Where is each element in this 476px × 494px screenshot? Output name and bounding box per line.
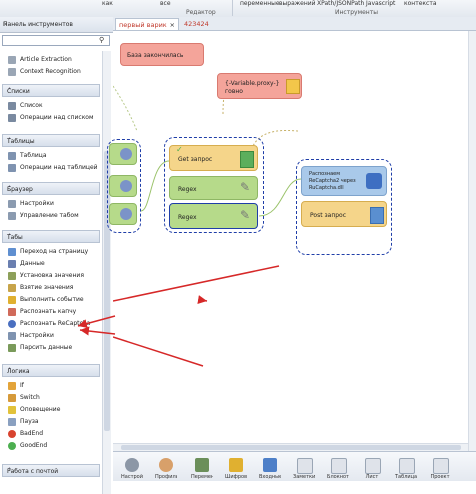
list-icon <box>399 458 415 474</box>
toolbox-item-badend[interactable]: BadEnd <box>8 428 100 440</box>
ribbon-item[interactable]: Javascript <box>366 0 395 7</box>
tab-icon <box>8 212 16 220</box>
list-icon <box>331 458 347 474</box>
document-icon <box>8 56 16 64</box>
list-icon <box>433 458 449 474</box>
ribbon-item[interactable]: контекста <box>404 0 437 7</box>
bottom-button-inputs[interactable]: Входные <box>259 456 281 480</box>
toolbox-item-list-ops[interactable]: Операции над списком <box>8 112 100 124</box>
lock-icon <box>229 458 243 472</box>
bottom-button-sheet[interactable]: Лист <box>361 456 383 480</box>
list-icon <box>297 458 313 474</box>
ribbon-item[interactable]: все <box>160 0 171 7</box>
toolbox-item-notify[interactable]: Оповещение <box>8 404 100 416</box>
canvas-vertical-scrollbar[interactable] <box>468 31 476 451</box>
ribbon-separator <box>232 0 233 16</box>
section-header-tabs[interactable]: Табы ⌃ <box>2 230 100 243</box>
good-end-icon <box>8 442 16 450</box>
ribbon-item[interactable]: переменные <box>240 0 280 7</box>
variables-icon <box>195 458 209 472</box>
toolbox-item-pause[interactable]: Пауза <box>8 416 100 428</box>
toolbox-item-goodend[interactable]: GoodEnd <box>8 440 100 452</box>
ribbon-group-label: Инструменты <box>335 9 378 16</box>
captcha-icon <box>8 308 16 316</box>
document-icon <box>8 68 16 76</box>
hand-icon <box>8 284 16 292</box>
bottom-button-profile[interactable]: Профиль <box>155 456 177 480</box>
toolbox-search-input[interactable] <box>2 35 110 46</box>
section-header-lists[interactable]: Списки ⌃ <box>2 84 100 97</box>
toolbox-item-context-recognition[interactable]: Context Recognition <box>8 66 100 78</box>
bottom-button-variables[interactable]: Переменные <box>191 456 213 480</box>
chevron-up-icon: ⌃ <box>7 467 13 474</box>
data-icon <box>8 260 16 268</box>
tab-423424[interactable]: 423424 <box>181 18 221 30</box>
chevron-up-icon: ⌃ <box>7 137 13 144</box>
tab-first-variant[interactable]: первый варик × <box>115 18 179 30</box>
gear-icon <box>125 458 139 472</box>
annotation-arrows <box>113 265 280 367</box>
bottom-button-settings[interactable]: Настройки <box>121 456 143 480</box>
chevron-up-icon: ⌃ <box>7 367 13 374</box>
section-header-tables[interactable]: Таблицы ⌃ <box>2 134 100 147</box>
annotation-arrow-tips <box>77 315 116 336</box>
ribbon-item[interactable]: как <box>102 0 113 7</box>
bottom-toolbar: Настройки Профиль Переменные Шифрование … <box>113 451 476 481</box>
list-icon <box>365 458 381 474</box>
toolbox-item-list[interactable]: Список <box>8 100 100 112</box>
bottom-button-notes[interactable]: Заметки <box>293 456 315 480</box>
bottom-button-notepad[interactable]: Блокнот <box>327 456 349 480</box>
toolbox-item-navigate[interactable]: Переход на страницу <box>8 246 100 258</box>
pause-icon <box>8 418 16 426</box>
parse-icon <box>8 344 16 352</box>
network-icon <box>263 458 277 472</box>
toolbox-item-if[interactable]: If <box>8 380 100 392</box>
ribbon-item[interactable]: XPath/JSONPath <box>317 0 364 7</box>
ribbon-item[interactable]: выражений <box>279 0 316 7</box>
toolbox-item-table[interactable]: Таблица <box>8 150 100 162</box>
chevron-up-icon: ⌃ <box>7 233 13 240</box>
section-header-logic[interactable]: Логика ⌃ <box>2 364 100 377</box>
toolbox-scrollbar[interactable] <box>102 51 111 494</box>
toolbox-item-data[interactable]: Данные <box>8 258 100 270</box>
toolbox-item-article-extraction[interactable]: Article Extraction <box>8 54 100 66</box>
gear-icon <box>8 200 16 208</box>
search-icon[interactable]: ⚲ <box>99 36 104 44</box>
globe-icon <box>8 248 16 256</box>
close-icon[interactable]: × <box>3 21 110 28</box>
bottom-button-table[interactable]: Таблица <box>395 456 417 480</box>
user-icon <box>159 458 173 472</box>
switch-icon <box>8 394 16 402</box>
lightning-icon <box>8 296 16 304</box>
if-icon <box>8 382 16 390</box>
project-tabs: первый варик × 423424 <box>113 17 476 31</box>
ribbon: как все переменные выражений XPath/JSONP… <box>0 0 476 18</box>
toolbox-item-switch[interactable]: Switch <box>8 392 100 404</box>
toolbox-item-browser-settings[interactable]: Настройки <box>8 198 100 210</box>
bell-icon <box>8 406 16 414</box>
scrollbar-thumb[interactable] <box>121 445 461 450</box>
pencil-icon <box>8 272 16 280</box>
bottom-button-encryption[interactable]: Шифрование <box>225 456 247 480</box>
table-icon <box>8 152 16 160</box>
section-header-browser[interactable]: Браузер ⌃ <box>2 182 100 195</box>
bad-end-icon <box>8 430 16 438</box>
section-header-mail[interactable]: Работа с почтой ⌃ <box>2 464 100 477</box>
list-icon <box>8 102 16 110</box>
chevron-up-icon: ⌃ <box>7 185 13 192</box>
toolbox-item-set-value[interactable]: Установка значения <box>8 270 100 282</box>
project-canvas[interactable]: База закончилась {-Variable.proxy-} говн… <box>107 31 468 451</box>
gear-icon <box>8 332 16 340</box>
toolbox-item-table-ops[interactable]: Операции над таблицей <box>8 162 100 174</box>
toolbox-panel: Панель инструментов × ⚲ Article Extracti… <box>0 17 114 494</box>
close-icon[interactable]: × <box>170 19 175 31</box>
recaptcha-icon <box>8 320 16 328</box>
chevron-up-icon: ⌃ <box>7 87 13 94</box>
toolbox-item-tab-control[interactable]: Управление табом <box>8 210 100 222</box>
ribbon-group-label: Редактор <box>186 9 216 16</box>
toolbox-title-bar: Панель инструментов × <box>0 17 113 33</box>
list-ops-icon <box>8 114 16 122</box>
table-ops-icon <box>8 164 16 172</box>
bottom-button-project[interactable]: Проект <box>429 456 451 480</box>
